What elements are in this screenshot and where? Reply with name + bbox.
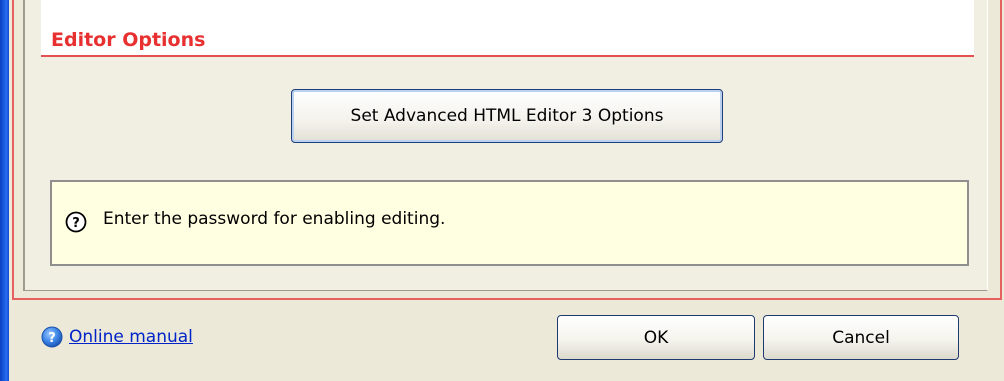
ok-button[interactable]: OK <box>557 315 755 360</box>
section-title: Editor Options <box>51 29 206 51</box>
dialog-window: Editor Options Set Advanced HTML Editor … <box>0 0 1004 381</box>
question-circle-icon: ? <box>65 211 87 233</box>
svg-text:?: ? <box>72 216 80 231</box>
section-header: Editor Options <box>41 0 974 57</box>
info-box: ? Enter the password for enabling editin… <box>50 180 969 266</box>
svg-text:?: ? <box>48 331 56 346</box>
window-left-border <box>0 0 9 381</box>
online-manual-link[interactable]: Online manual <box>69 327 193 347</box>
info-text: Enter the password for enabling editing. <box>103 209 446 229</box>
help-icon: ? <box>41 326 63 348</box>
online-manual-link-group[interactable]: ? Online manual <box>41 325 193 349</box>
cancel-button[interactable]: Cancel <box>763 315 959 360</box>
set-advanced-editor-options-button[interactable]: Set Advanced HTML Editor 3 Options <box>291 89 723 143</box>
